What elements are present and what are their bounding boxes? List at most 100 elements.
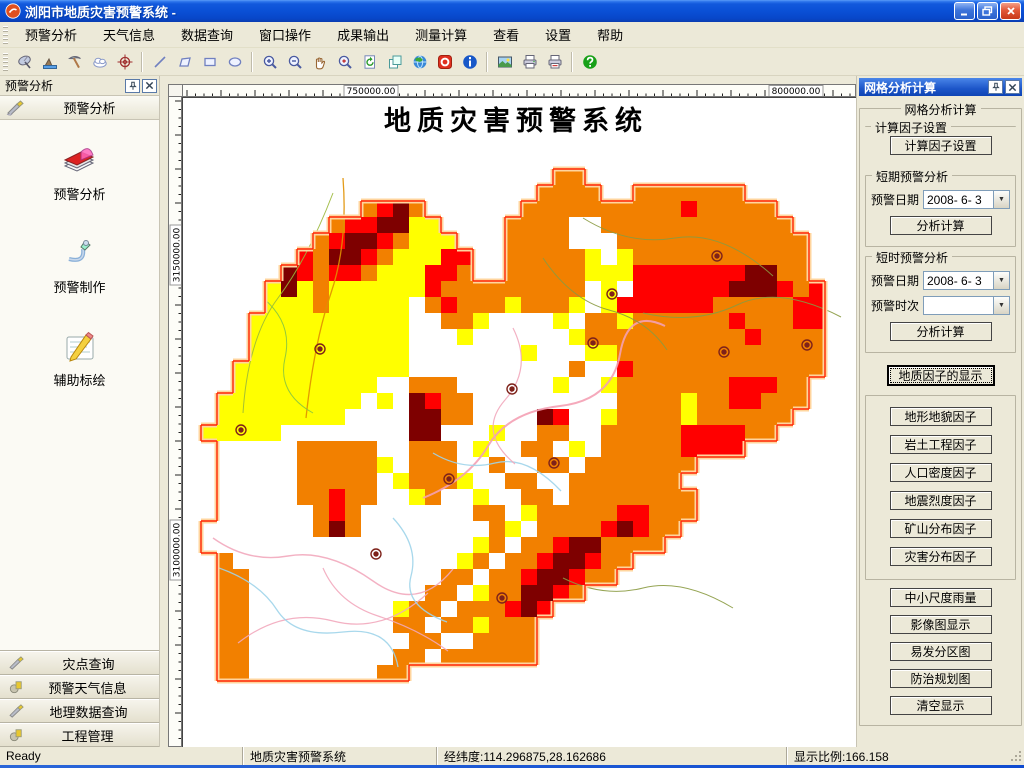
item-warning-production[interactable]: 预警制作 [53, 235, 106, 296]
menu-item-6[interactable]: 查看 [480, 21, 532, 48]
close-icon [1006, 7, 1015, 15]
radar-tool-button[interactable] [13, 50, 36, 73]
rectangle-tool-button[interactable] [198, 50, 221, 73]
resize-grip[interactable] [1008, 748, 1024, 764]
short-time-analyze-button[interactable]: 分析计算 [889, 322, 992, 341]
short-time-group: 短时预警分析 预警日期 2008- 6- 3 ▼ 预警时次 ▼ 分析计算 [865, 249, 1016, 353]
help-button[interactable] [578, 50, 601, 73]
factor-setting-button[interactable]: 计算因子设置 [889, 136, 992, 155]
polygon-tool-button[interactable] [173, 50, 196, 73]
toolbar-grip[interactable] [3, 52, 8, 71]
item-warning-analysis[interactable]: 预警分析 [53, 142, 106, 203]
cloud-tool-icon [92, 57, 107, 68]
short-time-slot-combo[interactable]: ▼ [923, 296, 1010, 315]
zoom-full-icon [338, 55, 352, 69]
window-title: 浏阳市地质灾害预警系统 - [25, 4, 176, 20]
factor-button-2[interactable]: 人口密度因子 [889, 463, 992, 482]
copy-layer-button[interactable] [383, 50, 406, 73]
factor-button-1[interactable]: 岩土工程因子 [889, 435, 992, 454]
brush-icon [9, 656, 24, 670]
left-panel-header[interactable]: 预警分析 [0, 96, 159, 120]
extra-button-4[interactable]: 清空显示 [889, 696, 992, 715]
right-panel-close-button[interactable] [1005, 80, 1020, 94]
menu-item-4[interactable]: 成果输出 [324, 21, 402, 48]
map-frame: 750000.00 800000.00 3150000.00 3100000.00 … [168, 76, 856, 747]
item-label: 预警制作 [53, 280, 106, 295]
info-tool-button[interactable] [458, 50, 481, 73]
gear-icon [9, 729, 22, 742]
factor-button-4[interactable]: 矿山分布因子 [889, 519, 992, 538]
bar-geographic-data-query[interactable]: 地理数据查询 [0, 699, 159, 723]
menu-item-1[interactable]: 天气信息 [90, 21, 168, 48]
close-button[interactable] [1000, 2, 1021, 20]
bar-disaster-point-query[interactable]: 灾点查询 [0, 651, 159, 675]
extra-button-0[interactable]: 中小尺度雨量 [889, 588, 992, 607]
extra-button-2[interactable]: 易发分区图 [889, 642, 992, 661]
menu-grip[interactable] [3, 25, 8, 44]
map-canvas[interactable]: 地质灾害预警系统 [182, 97, 856, 747]
terrain-tool-button[interactable] [38, 50, 61, 73]
zoom-in-button[interactable] [258, 50, 281, 73]
image-export-button[interactable] [493, 50, 516, 73]
short-time-date-combo[interactable]: 2008- 6- 3 ▼ [923, 271, 1010, 290]
chevron-down-icon[interactable]: ▼ [993, 297, 1009, 314]
cloud-tool-button[interactable] [88, 50, 111, 73]
date-label: 预警日期 [871, 193, 920, 207]
pan-hand-icon [315, 56, 325, 69]
print-preview-button[interactable] [543, 50, 566, 73]
status-ready: Ready [6, 749, 41, 763]
print-preview-icon [548, 54, 561, 68]
item-label: 辅助标绘 [53, 373, 106, 388]
pin-button[interactable] [125, 78, 140, 93]
toolbar-separator [141, 51, 143, 72]
extra-button-3[interactable]: 防治规划图 [889, 669, 992, 688]
pin-button[interactable] [988, 80, 1003, 94]
short-term-analyze-button[interactable]: 分析计算 [889, 216, 992, 235]
pick-tool-button[interactable] [63, 50, 86, 73]
polygon-tool-icon [178, 56, 191, 67]
panel-splitter[interactable] [160, 76, 168, 747]
globe-tool-icon [413, 54, 426, 69]
refresh-view-button[interactable] [358, 50, 381, 73]
grid-analysis-group: 网格分析计算 计算因子设置 计算因子设置 短期预警分析 预警日期 2008- 6… [859, 101, 1022, 726]
chevron-down-icon[interactable]: ▼ [993, 272, 1009, 289]
geological-factor-display-button[interactable]: 地质因子的显示 [886, 365, 995, 386]
bar-label: 灾点查询 [62, 656, 115, 672]
menu-item-8[interactable]: 帮助 [584, 21, 636, 48]
short-term-label: 短期预警分析 [872, 168, 953, 185]
maximize-button[interactable] [977, 2, 998, 20]
chevron-down-icon[interactable]: ▼ [993, 191, 1009, 208]
short-term-date-combo[interactable]: 2008- 6- 3 ▼ [923, 190, 1010, 209]
stop-tool-button[interactable] [433, 50, 456, 73]
time-label: 预警时次 [871, 299, 920, 313]
factor-button-5[interactable]: 灾害分布因子 [889, 547, 992, 566]
bar-label: 工程管理 [61, 728, 114, 744]
line-tool-button[interactable] [148, 50, 171, 73]
item-auxiliary-plotting[interactable]: 辅助标绘 [53, 328, 106, 389]
menu-item-5[interactable]: 测量计算 [402, 21, 480, 48]
menu-item-7[interactable]: 设置 [532, 21, 584, 48]
menu-item-3[interactable]: 窗口操作 [246, 21, 324, 48]
globe-tool-button[interactable] [408, 50, 431, 73]
zoom-full-button[interactable] [333, 50, 356, 73]
svg-text:800000.00: 800000.00 [772, 87, 821, 97]
pan-hand-button[interactable] [308, 50, 331, 73]
zoom-out-button[interactable] [283, 50, 306, 73]
target-tool-button[interactable] [113, 50, 136, 73]
line-tool-icon [153, 55, 166, 68]
toolbar-separator [251, 51, 253, 72]
menu-item-2[interactable]: 数据查询 [168, 21, 246, 48]
target-tool-icon [117, 54, 132, 69]
left-panel-close-button[interactable] [142, 78, 157, 93]
minimize-button[interactable] [954, 2, 975, 20]
factor-button-0[interactable]: 地形地貌因子 [889, 407, 992, 426]
ellipse-tool-button[interactable] [223, 50, 246, 73]
print-button[interactable] [518, 50, 541, 73]
right-panel-title: 网格分析计算 [864, 80, 937, 95]
bar-warning-weather-info[interactable]: 预警天气信息 [0, 675, 159, 699]
menu-item-0[interactable]: 预警分析 [12, 21, 90, 48]
bar-project-management[interactable]: 工程管理 [0, 723, 159, 747]
factor-button-3[interactable]: 地震烈度因子 [889, 491, 992, 510]
extra-button-1[interactable]: 影像图显示 [889, 615, 992, 634]
image-export-icon [497, 56, 512, 67]
